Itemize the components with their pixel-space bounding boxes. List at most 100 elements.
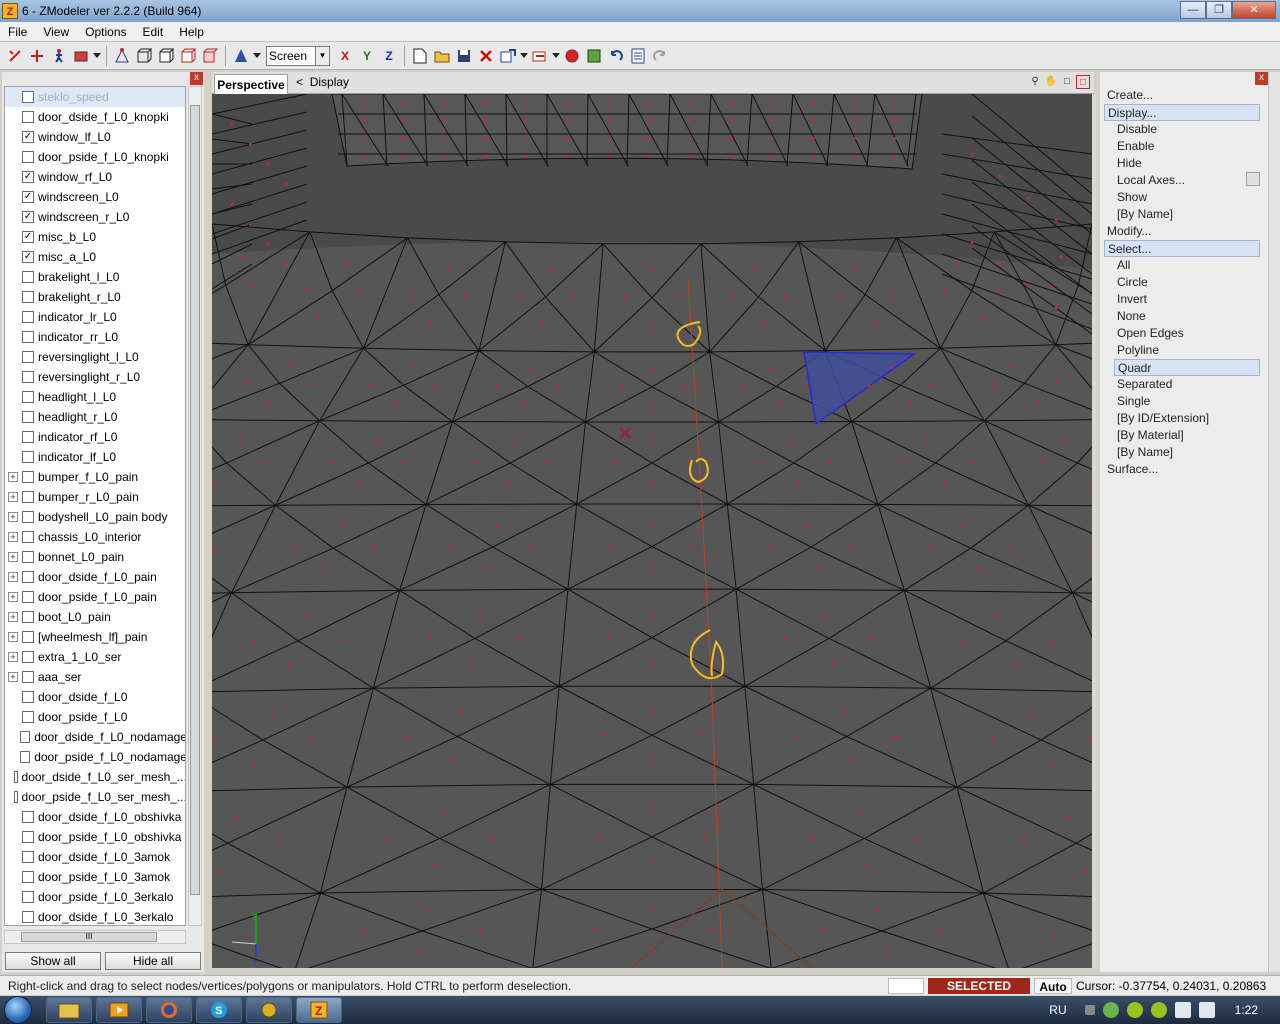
object-mode-icon[interactable] [178, 46, 198, 66]
visibility-checkbox[interactable] [22, 291, 34, 303]
menu-edit[interactable]: Edit [135, 25, 172, 39]
visibility-checkbox[interactable] [22, 891, 34, 903]
local-axes-option-icon[interactable] [1246, 172, 1260, 186]
visibility-checkbox[interactable] [22, 311, 34, 323]
command-item[interactable]: Hide [1114, 155, 1260, 172]
tree-item[interactable]: + door_dside_f_L0_pain [5, 567, 185, 587]
expand-icon[interactable]: + [8, 652, 18, 662]
coordinate-space-select[interactable]: Screen ▼ [266, 45, 330, 66]
firefox-taskbar-icon[interactable] [146, 997, 192, 1023]
tree-item[interactable]: ✓ windscreen_L0 [5, 187, 185, 207]
command-item[interactable]: Circle [1114, 274, 1260, 291]
tools-dropdown-icon[interactable] [71, 46, 91, 66]
visibility-checkbox[interactable] [22, 151, 34, 163]
tree-item[interactable]: + boot_L0_pain [5, 607, 185, 627]
visibility-checkbox[interactable] [20, 751, 31, 763]
command-item[interactable]: Disable [1114, 121, 1260, 138]
app-taskbar-icon[interactable] [246, 997, 292, 1023]
clock[interactable]: 1:22 [1235, 1003, 1258, 1017]
visibility-checkbox[interactable] [22, 371, 34, 383]
command-item[interactable]: Separated [1114, 376, 1260, 393]
dropdown-arrow-icon[interactable] [93, 46, 101, 66]
command-item[interactable]: Open Edges [1114, 325, 1260, 342]
visibility-checkbox[interactable] [22, 411, 34, 423]
tree-item[interactable]: door_pside_f_L0_nodamage [5, 747, 185, 767]
tree-item[interactable]: indicator_rf_L0 [5, 427, 185, 447]
visibility-checkbox[interactable] [22, 351, 34, 363]
windows-logo-icon[interactable] [4, 996, 32, 1024]
mesh-wireframe[interactable]: y z [212, 94, 1092, 968]
tree-item[interactable]: headlight_l_L0 [5, 387, 185, 407]
tree-item[interactable]: brakelight_l_L0 [5, 267, 185, 287]
command-item[interactable]: Create... [1104, 87, 1260, 104]
command-item[interactable]: Enable [1114, 138, 1260, 155]
visibility-checkbox[interactable] [22, 851, 34, 863]
visibility-checkbox[interactable] [22, 511, 34, 523]
expand-icon[interactable]: + [8, 532, 18, 542]
visibility-checkbox[interactable] [22, 431, 34, 443]
tree-item[interactable]: + [wheelmesh_lf]_pain [5, 627, 185, 647]
axis-x-toggle[interactable]: X [335, 46, 355, 66]
zmodeler-taskbar-icon[interactable]: Z [296, 997, 342, 1023]
menu-options[interactable]: Options [77, 25, 134, 39]
tree-item[interactable]: ✓ window_lf_L0 [5, 127, 185, 147]
volume-icon[interactable] [1198, 1002, 1215, 1018]
visibility-checkbox[interactable] [22, 691, 34, 703]
visibility-checkbox[interactable] [22, 811, 34, 823]
dropdown-arrow-icon[interactable] [253, 46, 261, 66]
tree-item[interactable]: reversinglight_r_L0 [5, 367, 185, 387]
expand-icon[interactable]: + [8, 672, 18, 682]
tree-item[interactable]: door_pside_f_L0_knopki [5, 147, 185, 167]
visibility-checkbox[interactable] [22, 491, 34, 503]
tree-item[interactable]: door_pside_f_L0_3amok [5, 867, 185, 887]
tree-item[interactable]: ✓ misc_a_L0 [5, 247, 185, 267]
back-button[interactable]: < [296, 75, 303, 89]
properties-icon[interactable] [628, 46, 648, 66]
visibility-checkbox[interactable] [22, 571, 34, 583]
command-item[interactable]: Polyline [1114, 342, 1260, 359]
tree-item[interactable]: door_dside_f_L0_knopki [5, 107, 185, 127]
visibility-checkbox[interactable]: ✓ [22, 231, 34, 243]
visibility-checkbox[interactable] [22, 271, 34, 283]
visibility-checkbox[interactable] [22, 711, 34, 723]
tray-agent-icon[interactable] [1150, 1002, 1167, 1018]
visibility-checkbox[interactable]: ✓ [22, 191, 34, 203]
tree-item[interactable]: door_dside_f_L0_ser_mesh_... [5, 767, 185, 787]
tree-item[interactable]: + bodyshell_L0_pain body [5, 507, 185, 527]
show-all-button[interactable]: Show all [5, 952, 101, 970]
tree-item[interactable]: door_dside_f_L0 [5, 687, 185, 707]
command-item[interactable]: Modify... [1104, 223, 1260, 240]
menu-file[interactable]: File [0, 25, 35, 39]
tree-item[interactable]: ✓ window_rf_L0 [5, 167, 185, 187]
tree-item[interactable]: + door_pside_f_L0_pain [5, 587, 185, 607]
tree-item[interactable]: steklo_speed [5, 87, 185, 107]
expand-icon[interactable]: + [8, 592, 18, 602]
visibility-checkbox[interactable] [22, 911, 34, 923]
tree-item[interactable]: indicator_lf_L0 [5, 447, 185, 467]
undo-icon[interactable] [606, 46, 626, 66]
tray-arrow-icon[interactable] [1084, 1005, 1095, 1015]
command-item[interactable]: None [1114, 308, 1260, 325]
expand-icon[interactable]: + [8, 552, 18, 562]
tree-item[interactable]: door_dside_f_L0_obshivka [5, 807, 185, 827]
tree-item[interactable]: + chassis_L0_interior [5, 527, 185, 547]
tree-item[interactable]: + bonnet_L0_pain [5, 547, 185, 567]
expand-icon[interactable]: + [8, 512, 18, 522]
tree-item[interactable]: door_pside_f_L0_3erkalo [5, 887, 185, 907]
skype-taskbar-icon[interactable]: S [196, 997, 242, 1023]
visibility-checkbox[interactable] [22, 111, 34, 123]
visibility-checkbox[interactable]: ✓ [22, 171, 34, 183]
command-item[interactable]: Quadr [1114, 359, 1260, 376]
command-item[interactable]: Single [1114, 393, 1260, 410]
record-icon[interactable] [562, 46, 582, 66]
expand-icon[interactable]: + [8, 572, 18, 582]
walker-tool-icon[interactable] [49, 46, 69, 66]
tree-horizontal-scrollbar[interactable]: III [4, 930, 186, 944]
tray-agent-icon[interactable] [1126, 1002, 1143, 1018]
visibility-checkbox[interactable] [22, 451, 34, 463]
tree-item[interactable]: ✓ windscreen_r_L0 [5, 207, 185, 227]
node-mode-icon[interactable] [112, 46, 132, 66]
save-file-icon[interactable] [454, 46, 474, 66]
visibility-checkbox[interactable] [22, 331, 34, 343]
command-item[interactable]: All [1114, 257, 1260, 274]
